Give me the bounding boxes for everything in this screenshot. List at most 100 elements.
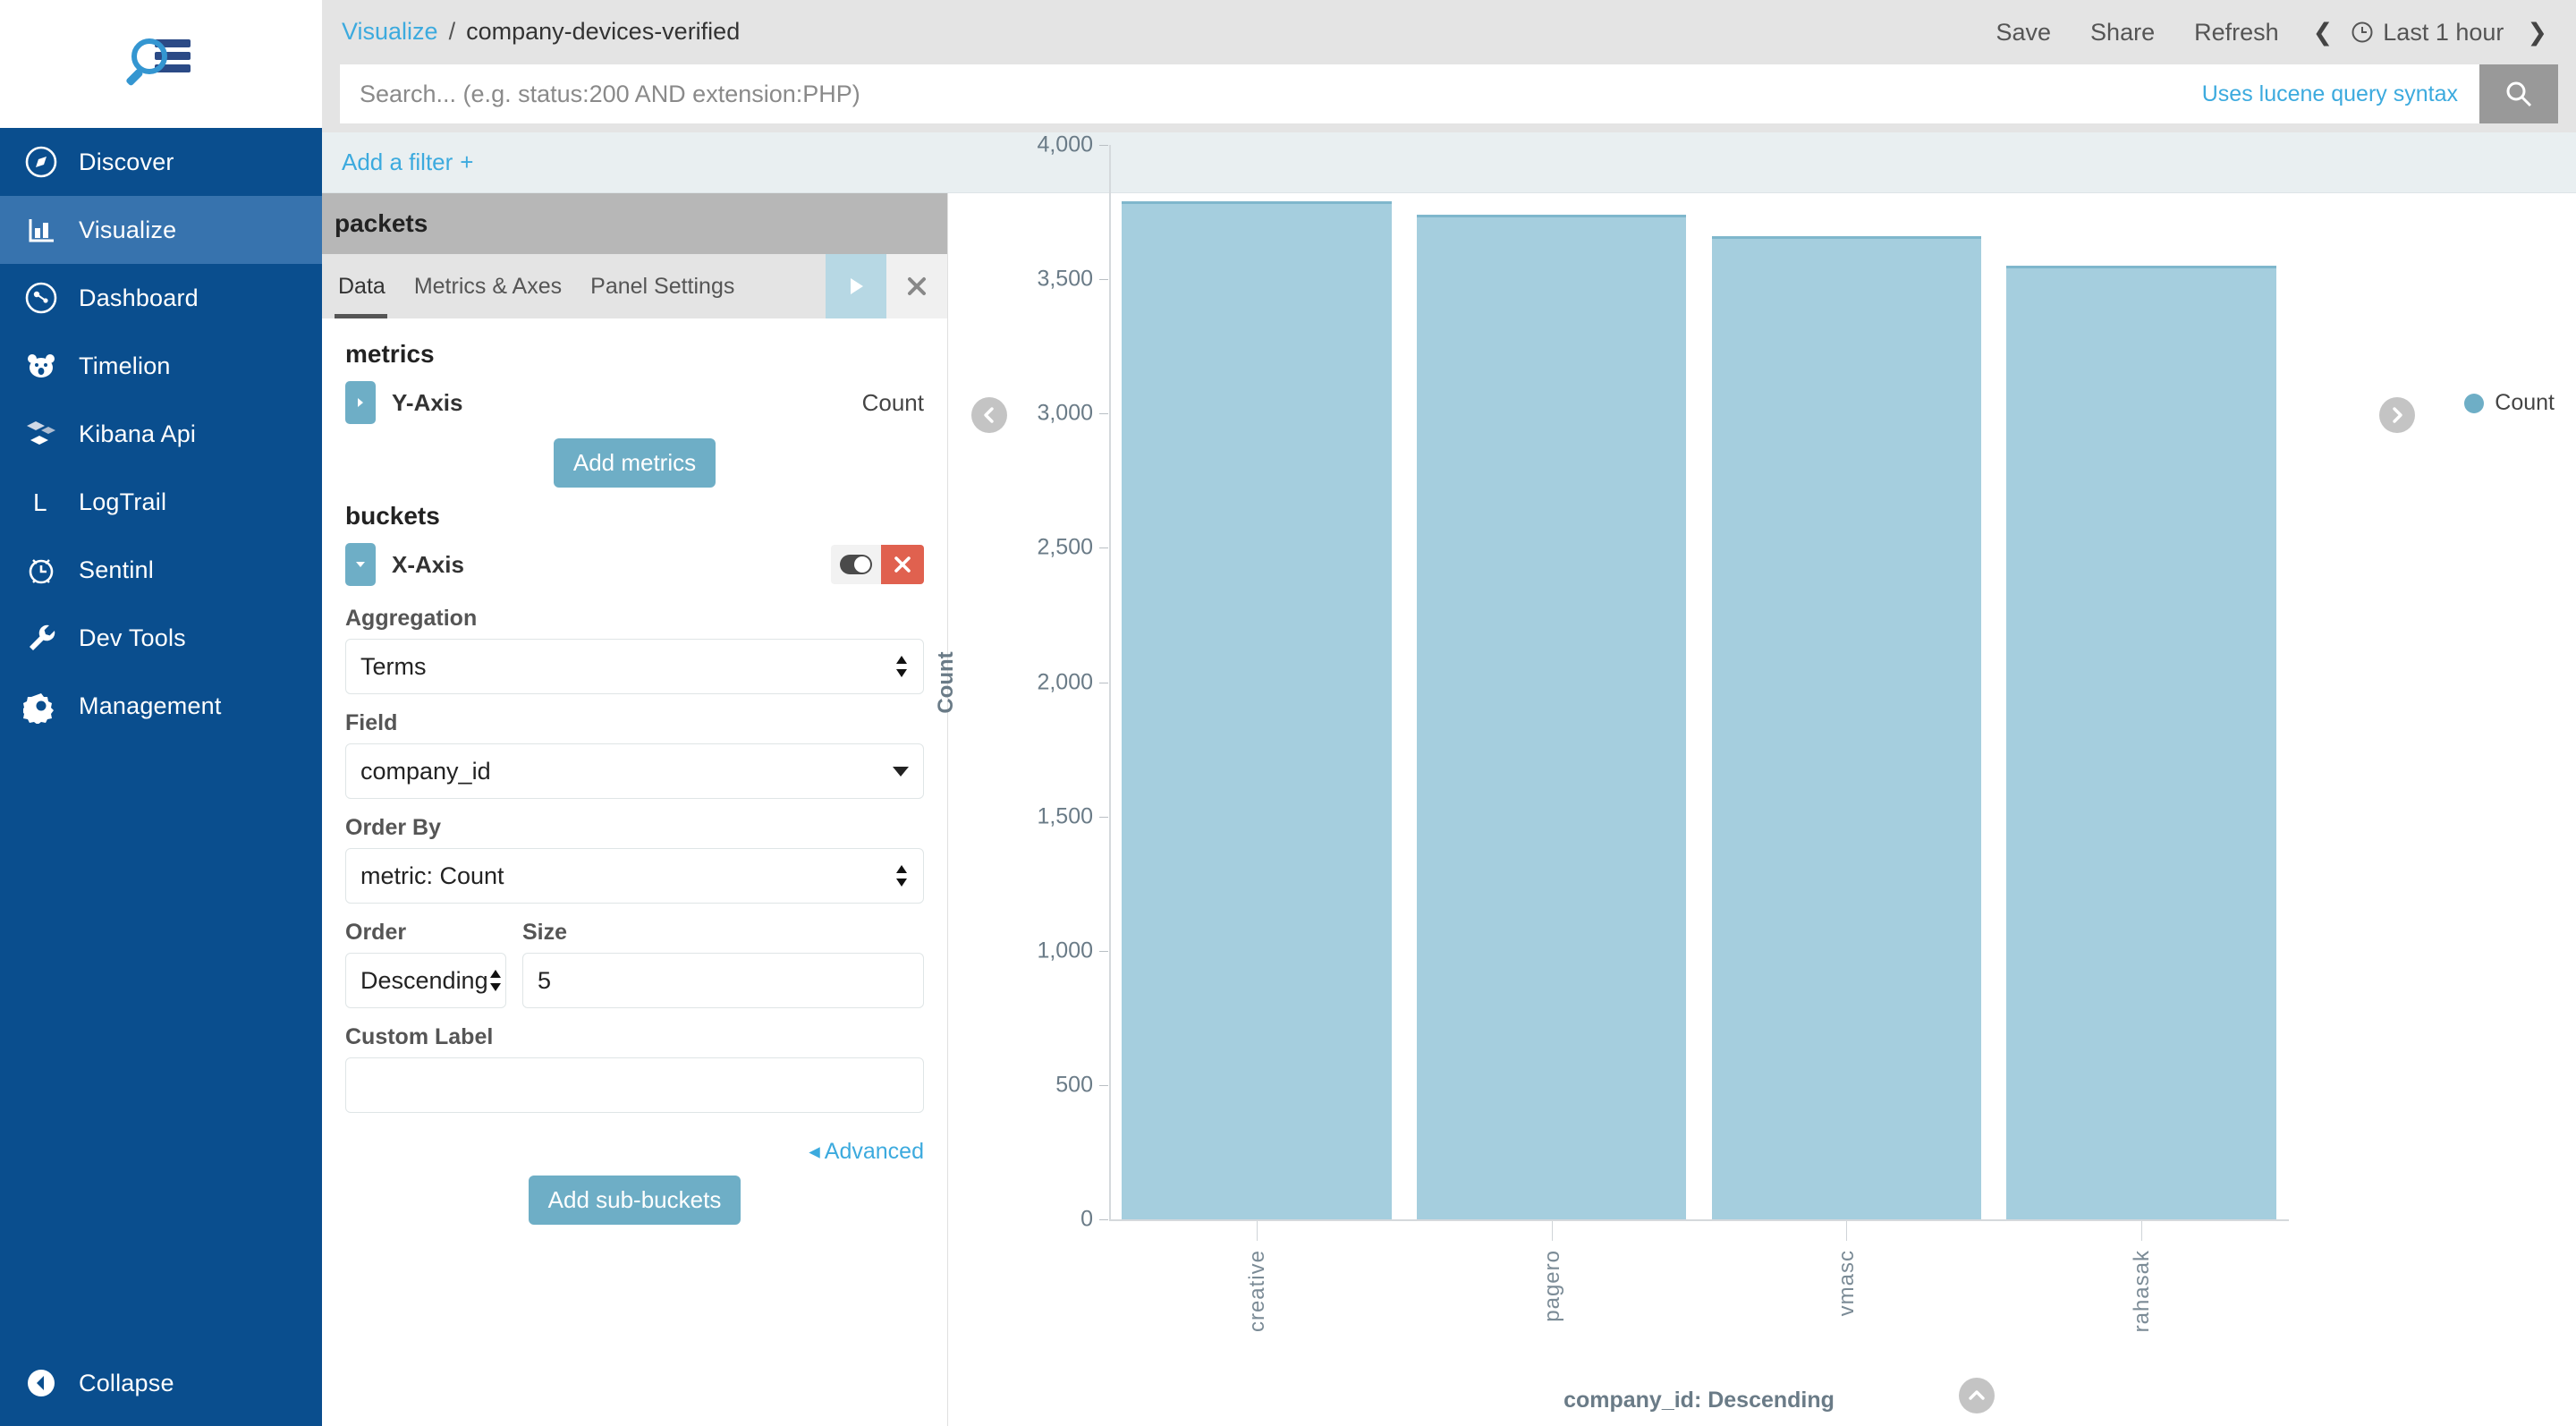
- order-size-row: Order Descending Size 5: [345, 904, 924, 1008]
- bar-chart: 4,000 3,500 3,000 2,500 2,000 1,500 1,000 500 0 C…: [934, 132, 2576, 1426]
- y-axis-title: Count: [934, 650, 958, 714]
- y-axis-tick-mark: [1099, 816, 1108, 818]
- tab-metrics-axes[interactable]: Metrics & Axes: [400, 254, 576, 318]
- add-subbuckets-row: Add sub-buckets: [345, 1176, 924, 1225]
- x-axis-tick-mark: [1256, 1221, 1258, 1241]
- y-axis-tick-label: 3,000: [1037, 400, 1093, 426]
- y-axis-tick-mark: [1099, 413, 1108, 415]
- sidebar-nav-list: Discover Visualize Dashboard Timelion Ki…: [0, 128, 322, 1340]
- order-by-value: metric: Count: [360, 862, 504, 889]
- y-axis-tick-mark: [1099, 1219, 1108, 1220]
- top-bar: Visualize / company-devices-verified Sav…: [322, 0, 2576, 64]
- query-bar: Uses lucene query syntax: [322, 64, 2576, 132]
- y-axis-tick-label: 2,500: [1037, 534, 1093, 560]
- custom-label-input[interactable]: [345, 1057, 924, 1113]
- bar-chart-icon: [23, 212, 79, 248]
- chevron-right-icon[interactable]: [345, 381, 376, 424]
- y-axis-tick-label: 500: [1055, 1072, 1093, 1098]
- bar[interactable]: [1711, 236, 1982, 1219]
- order-by-select[interactable]: metric: Count: [345, 848, 924, 904]
- bucket-row-x-axis[interactable]: X-Axis: [345, 539, 924, 590]
- sidebar-item-label: Management: [79, 692, 222, 719]
- x-axis-title: company_id: Descending: [1563, 1388, 1835, 1413]
- refresh-button[interactable]: Refresh: [2174, 0, 2299, 64]
- metric-row-y-axis[interactable]: Y-Axis Count: [345, 378, 924, 428]
- play-icon: [851, 278, 863, 294]
- save-button[interactable]: Save: [1977, 0, 2072, 64]
- order-select[interactable]: Descending: [345, 953, 506, 1008]
- toggle-knob: [840, 555, 872, 574]
- toggle-on-icon[interactable]: [831, 545, 881, 584]
- breadcrumb-current-title: company-devices-verified: [466, 18, 741, 45]
- sidebar-item-dev-tools[interactable]: Dev Tools: [0, 604, 322, 672]
- filter-bar: Add a filter +: [322, 132, 2576, 193]
- y-axis-tick-mark: [1099, 1084, 1108, 1086]
- tab-data[interactable]: Data: [322, 254, 400, 318]
- sidebar-item-management[interactable]: Management: [0, 672, 322, 740]
- x-axis-tick-mark: [2141, 1221, 2143, 1241]
- y-axis-line: [1109, 145, 1111, 1219]
- time-next-button[interactable]: ❯: [2512, 0, 2562, 64]
- sidebar-item-kibana-api[interactable]: Kibana Api: [0, 400, 322, 468]
- alarm-clock-icon: [23, 552, 79, 588]
- advanced-toggle[interactable]: ◂ Advanced: [809, 1138, 924, 1165]
- lucene-syntax-link[interactable]: Uses lucene query syntax: [2181, 81, 2479, 107]
- buckets-heading: buckets: [345, 502, 440, 530]
- clock-icon: [2351, 21, 2373, 42]
- sidebar-item-label: LogTrail: [79, 488, 167, 515]
- select-spinner-icon: [488, 968, 503, 993]
- svg-text:L: L: [33, 488, 47, 516]
- workspace: packets Data Metrics & Axes Panel Settin…: [322, 132, 2576, 1426]
- discard-changes-button[interactable]: [886, 254, 947, 318]
- app-logo[interactable]: [0, 0, 322, 128]
- breadcrumb-separator: /: [448, 18, 456, 45]
- kibana-app: Discover Visualize Dashboard Timelion Ki…: [0, 0, 2576, 1426]
- bar[interactable]: [1122, 201, 1392, 1219]
- metrics-heading: metrics: [345, 340, 435, 368]
- tab-panel-settings[interactable]: Panel Settings: [576, 254, 749, 318]
- select-spinner-icon: [894, 654, 909, 679]
- cubes-icon: [23, 416, 79, 452]
- remove-bucket-button[interactable]: [881, 545, 924, 584]
- sidebar-item-sentinl[interactable]: Sentinl: [0, 536, 322, 604]
- size-input[interactable]: 5: [522, 953, 924, 1008]
- breadcrumb-visualize-link[interactable]: Visualize: [342, 18, 438, 46]
- add-metrics-button[interactable]: Add metrics: [553, 438, 716, 488]
- bar[interactable]: [2006, 266, 2276, 1219]
- bar[interactable]: [1416, 215, 1687, 1219]
- timelion-bear-icon: [23, 348, 79, 384]
- y-axis-tick-mark: [1099, 950, 1108, 952]
- sidebar-item-dashboard[interactable]: Dashboard: [0, 264, 322, 332]
- search-input[interactable]: [360, 80, 2181, 108]
- sidebar-item-timelion[interactable]: Timelion: [0, 332, 322, 400]
- sidebar-item-label: Visualize: [79, 216, 177, 243]
- select-spinner-icon: [894, 863, 909, 888]
- vis-editor-title: packets: [322, 193, 947, 254]
- gear-icon: [23, 688, 79, 724]
- vis-editor-panel: packets Data Metrics & Axes Panel Settin…: [322, 193, 948, 1426]
- apply-changes-button[interactable]: [826, 254, 886, 318]
- aggregation-label: Aggregation: [345, 606, 478, 631]
- aggregation-select[interactable]: Terms: [345, 639, 924, 694]
- search-submit-button[interactable]: [2479, 64, 2558, 123]
- share-button[interactable]: Share: [2071, 0, 2174, 64]
- sidebar-item-logtrail[interactable]: L LogTrail: [0, 468, 322, 536]
- sidebar-item-discover[interactable]: Discover: [0, 128, 322, 196]
- add-filter-label: Add a filter: [342, 149, 453, 175]
- x-axis-tick-label: vmasc: [1835, 1250, 1860, 1317]
- field-select[interactable]: company_id: [345, 743, 924, 799]
- y-axis-tick-mark: [1099, 279, 1108, 281]
- sidebar-item-visualize[interactable]: Visualize: [0, 196, 322, 264]
- close-icon: [908, 277, 926, 295]
- time-range-label: Last 1 hour: [2383, 18, 2504, 46]
- chevron-down-icon[interactable]: [345, 543, 376, 586]
- search-icon: [2506, 81, 2532, 107]
- advanced-row: ◂ Advanced: [345, 1138, 924, 1165]
- time-prev-button[interactable]: ❮: [2299, 0, 2348, 64]
- kibana-logo-icon: [126, 38, 191, 85]
- add-sub-buckets-button[interactable]: Add sub-buckets: [528, 1176, 741, 1225]
- add-filter-button[interactable]: Add a filter +: [342, 149, 473, 176]
- time-range-picker[interactable]: Last 1 hour: [2347, 0, 2512, 64]
- sidebar-collapse-button[interactable]: Collapse: [0, 1340, 322, 1426]
- y-axis-tick-label: 0: [1080, 1206, 1093, 1232]
